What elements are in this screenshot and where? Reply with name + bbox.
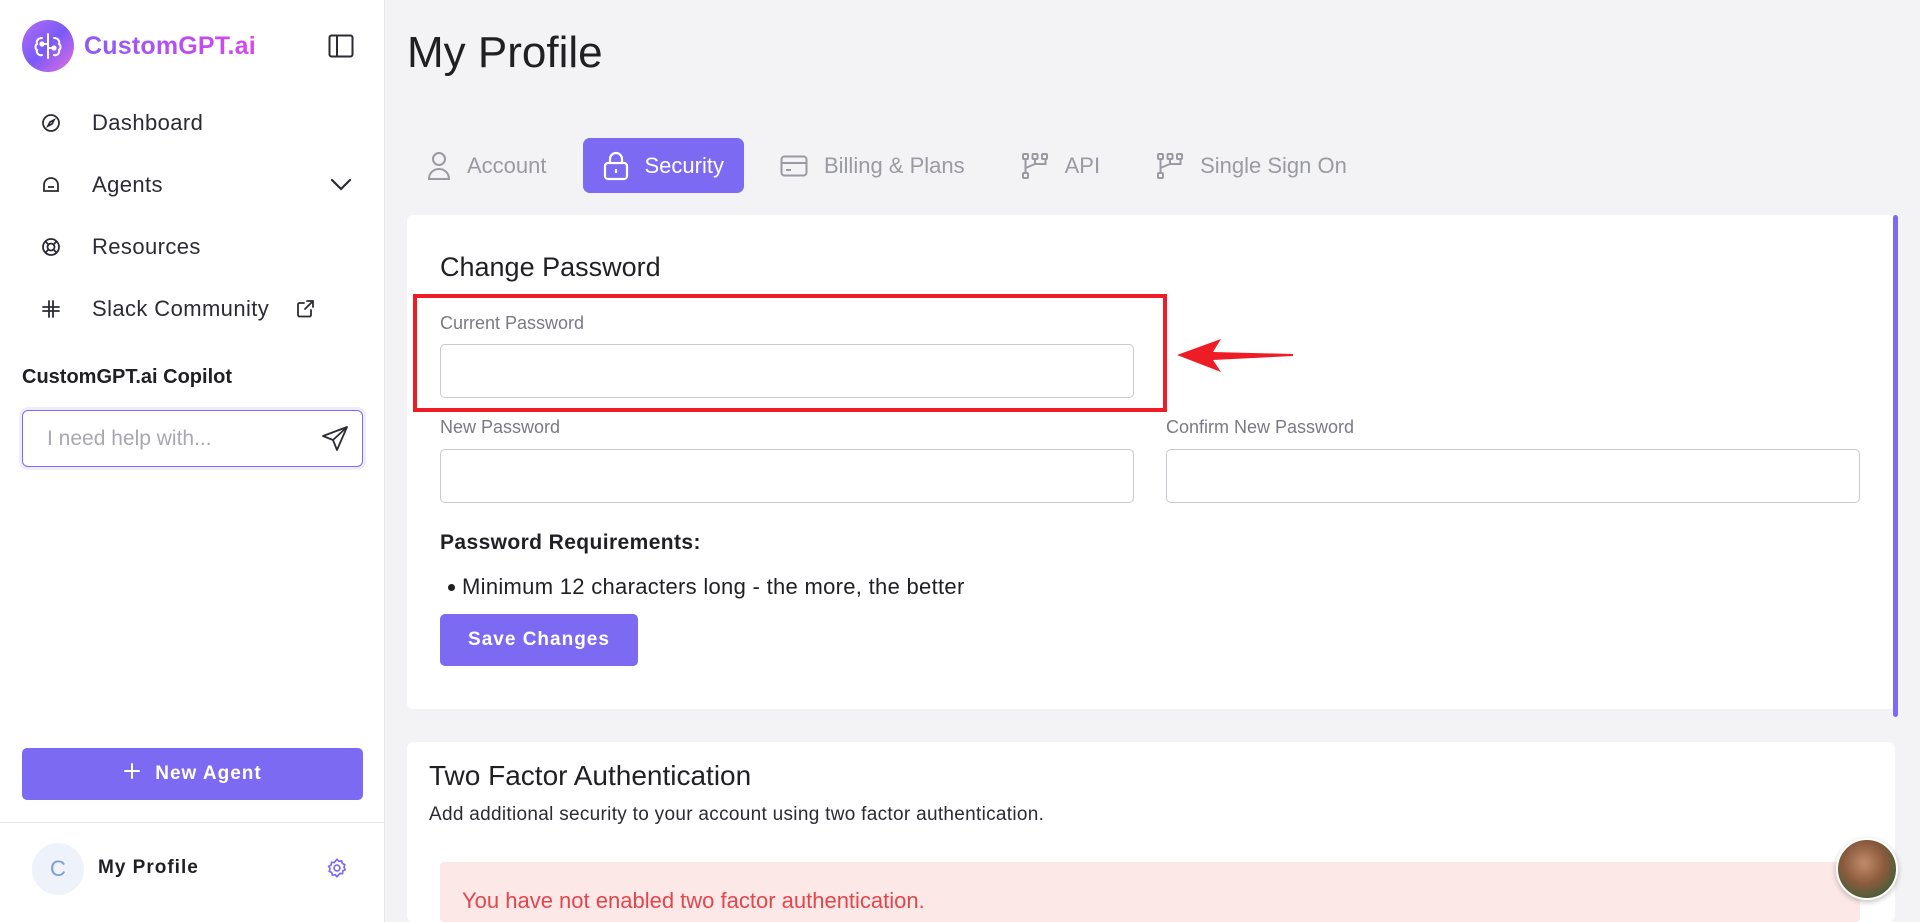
external-link-icon: [295, 299, 315, 319]
gear-icon[interactable]: [326, 857, 348, 879]
profile-tabs: Account Security Billing & Plans API Sin…: [407, 138, 1383, 193]
network-icon: [1021, 152, 1049, 180]
page-title: My Profile: [407, 28, 603, 77]
current-password-label: Current Password: [440, 313, 585, 333]
tab-api[interactable]: API: [1001, 138, 1120, 193]
confirm-password-input[interactable]: [1166, 449, 1860, 503]
sidebar-panel-icon: [328, 34, 354, 58]
new-password-label: New Password: [440, 417, 561, 437]
agents-icon: [40, 174, 62, 196]
brain-logo-icon: [22, 20, 74, 72]
send-icon[interactable]: [320, 424, 350, 454]
new-agent-label: New Agent: [155, 763, 262, 784]
change-password-title: Change Password: [440, 252, 661, 282]
sidebar: CustomGPT.ai Dashboard Agents Resources …: [0, 0, 385, 922]
two-factor-title: Two Factor Authentication: [429, 760, 752, 791]
sidebar-footer: C My Profile: [0, 822, 385, 922]
change-password-card: Change Password Current Password New Pas…: [407, 215, 1895, 709]
tab-label: Security: [644, 152, 724, 178]
avatar[interactable]: C: [32, 843, 84, 895]
tab-single-sign-on[interactable]: Single Sign On: [1136, 138, 1367, 193]
tab-label: API: [1064, 152, 1101, 178]
tab-billing-plans[interactable]: Billing & Plans: [760, 138, 985, 193]
two-factor-description: Add additional security to your account …: [429, 804, 1045, 825]
user-icon: [427, 151, 451, 181]
tab-account[interactable]: Account: [407, 138, 567, 193]
sidebar-item-label: Slack Community: [92, 296, 270, 321]
plus-icon: [123, 762, 141, 786]
slack-icon: [40, 298, 62, 320]
brand[interactable]: CustomGPT.ai: [22, 20, 256, 72]
new-agent-button[interactable]: New Agent: [22, 748, 363, 800]
current-password-input[interactable]: [440, 344, 1134, 398]
support-chat-avatar[interactable]: [1836, 838, 1898, 900]
sidebar-nav: Dashboard Agents Resources Slack Communi…: [22, 92, 362, 340]
tab-security[interactable]: Security: [582, 138, 744, 193]
tab-label: Account: [467, 152, 547, 178]
lock-icon: [603, 151, 629, 181]
lifebuoy-icon: [40, 236, 62, 258]
sidebar-item-slack-community[interactable]: Slack Community: [22, 278, 362, 340]
two-factor-alert: You have not enabled two factor authenti…: [440, 862, 1860, 922]
profile-name[interactable]: My Profile: [98, 857, 199, 879]
sidebar-item-resources[interactable]: Resources: [22, 216, 362, 278]
tab-label: Single Sign On: [1200, 152, 1347, 178]
compass-icon: [40, 112, 62, 134]
sidebar-item-dashboard[interactable]: Dashboard: [22, 92, 362, 154]
save-changes-button[interactable]: Save Changes: [440, 614, 638, 666]
copilot-input[interactable]: [45, 425, 320, 452]
sidebar-item-label: Agents: [92, 172, 163, 197]
two-factor-card: Two Factor Authentication Add additional…: [407, 742, 1895, 922]
tab-label: Billing & Plans: [823, 152, 965, 178]
new-password-input[interactable]: [440, 449, 1134, 503]
brand-name: CustomGPT.ai: [84, 31, 256, 60]
network-icon: [1156, 152, 1184, 180]
sidebar-item-agents[interactable]: Agents: [22, 154, 362, 216]
sidebar-item-label: Resources: [92, 234, 201, 259]
sidebar-item-label: Dashboard: [92, 110, 204, 135]
copilot-title: CustomGPT.ai Copilot: [22, 366, 232, 388]
copilot-input-box: [22, 410, 363, 467]
confirm-password-label: Confirm New Password: [1166, 417, 1355, 437]
password-requirement-item: Minimum 12 characters long - the more, t…: [448, 574, 965, 599]
password-requirements-title: Password Requirements:: [440, 531, 701, 554]
credit-card-icon: [780, 155, 808, 177]
sidebar-toggle-button[interactable]: [326, 32, 356, 60]
chevron-down-icon[interactable]: [330, 178, 352, 192]
scroll-accent-bar: [1893, 215, 1898, 717]
